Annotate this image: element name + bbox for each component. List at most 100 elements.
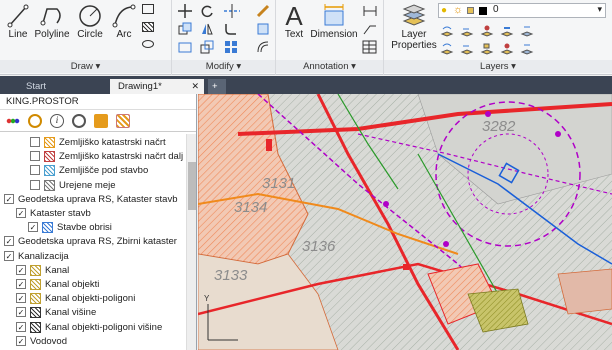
polyline-icon xyxy=(40,8,61,26)
tree-checkbox[interactable]: ✓ xyxy=(16,321,26,332)
magenta-node-1 xyxy=(383,201,389,207)
tree-checkbox[interactable] xyxy=(30,165,40,176)
layer-properties-button[interactable]: Layer Properties xyxy=(390,3,438,51)
move-icon[interactable] xyxy=(178,4,192,18)
draw-group-title[interactable]: Draw ▾ xyxy=(0,60,171,73)
explode-icon[interactable] xyxy=(256,22,270,36)
copy-icon[interactable] xyxy=(178,22,192,36)
layer-lock-icon[interactable] xyxy=(480,42,494,56)
close-icon[interactable]: ✕ xyxy=(191,79,199,94)
annotation-group: A Text Dimension Annotation ▾ xyxy=(276,0,384,75)
tree-checkbox[interactable]: ✓ xyxy=(16,279,26,289)
layer-tool-row-1 xyxy=(440,24,600,38)
dimension-button[interactable]: Dimension xyxy=(310,3,358,40)
dimension-label: Dimension xyxy=(310,29,358,40)
map-icon[interactable] xyxy=(116,114,130,128)
layer-walk-icon[interactable] xyxy=(520,24,534,38)
red-marker-2 xyxy=(403,264,409,270)
tree-checkbox[interactable]: ✓ xyxy=(16,307,26,318)
text-icon: A xyxy=(285,1,303,31)
linear-dim-icon[interactable] xyxy=(362,4,378,18)
layers-group: Layer Properties ● ☼ 0 ▾ Layers ▾ xyxy=(384,0,612,75)
circle-button[interactable]: Circle xyxy=(74,3,106,40)
layer-previous-icon[interactable] xyxy=(460,24,474,38)
tree-checkbox[interactable] xyxy=(30,137,40,147)
tree-checkbox[interactable]: ✓ xyxy=(16,264,26,275)
layers-dots-icon[interactable] xyxy=(6,114,20,128)
scrollbar-thumb[interactable] xyxy=(188,162,196,210)
scale-icon[interactable] xyxy=(200,40,214,54)
polyline-label: Polyline xyxy=(34,29,70,40)
layer-match-icon[interactable] xyxy=(440,24,454,38)
tree-checkbox[interactable]: ✓ xyxy=(4,236,14,247)
stretch-icon[interactable] xyxy=(178,40,192,54)
leader-icon[interactable] xyxy=(362,22,378,36)
magenta-node-2 xyxy=(555,131,561,137)
layer-style-icon xyxy=(30,307,41,319)
current-layer-value: 0 xyxy=(493,4,499,15)
offset-icon[interactable] xyxy=(256,40,270,54)
text-label: Text xyxy=(284,29,304,40)
annotation-group-title[interactable]: Annotation ▾ xyxy=(276,60,383,73)
modify-group-title[interactable]: Modify ▾ xyxy=(172,60,275,73)
tree-checkbox[interactable]: ✓ xyxy=(4,193,14,204)
fillet-icon[interactable] xyxy=(224,22,238,36)
tab-drawing-label: Drawing1* xyxy=(118,81,162,92)
tree-checkbox[interactable]: ✓ xyxy=(16,335,26,346)
svg-text:Y: Y xyxy=(204,294,210,303)
rectangle-icon[interactable] xyxy=(142,4,154,14)
tree-checkbox[interactable]: ✓ xyxy=(16,293,26,304)
tree-item-label: Kanal xyxy=(45,264,70,276)
tree-item-label: Kanal višine xyxy=(45,307,97,319)
tree-item-label: Zemljiško katastrski načrt xyxy=(59,137,166,148)
layer-merge-icon[interactable] xyxy=(520,42,534,56)
tree-item-label: Geodetska uprava RS, Kataster stavb xyxy=(18,193,178,205)
parcel-label-3136: 3136 xyxy=(302,238,336,255)
layer-freeze-icon[interactable] xyxy=(500,24,514,38)
hatch-icon[interactable] xyxy=(142,22,154,32)
tab-start[interactable]: Start xyxy=(18,79,108,94)
tree-checkbox[interactable]: ✓ xyxy=(4,250,14,261)
tree-item-label: Vodovod xyxy=(30,335,67,347)
table-icon[interactable] xyxy=(362,40,378,54)
arc-label: Arc xyxy=(116,29,132,40)
erase-icon[interactable] xyxy=(256,4,270,18)
tree-checkbox[interactable] xyxy=(30,151,40,162)
tag-icon[interactable] xyxy=(94,114,108,128)
line-label: Line xyxy=(8,29,28,40)
tree-item-label: Stavbe obrisi xyxy=(57,222,112,234)
layer-unlock-icon[interactable] xyxy=(500,42,514,56)
drawing-canvas[interactable]: 3134 3133 3136 3282 3131 Y xyxy=(198,94,612,350)
layer-dropdown[interactable]: ● ☼ 0 ▾ xyxy=(438,3,606,18)
layer-isolate-icon[interactable] xyxy=(480,24,494,38)
layer-style-icon xyxy=(30,293,41,305)
layer-off-icon[interactable] xyxy=(440,42,454,56)
map-drawing: 3134 3133 3136 3282 3131 Y xyxy=(198,94,612,350)
tab-add[interactable]: + xyxy=(208,79,226,94)
layers-group-title[interactable]: Layers ▾ xyxy=(384,60,612,73)
zoom-icon[interactable] xyxy=(28,114,42,128)
ellipse-icon[interactable] xyxy=(142,40,154,48)
text-button[interactable]: A Text xyxy=(280,3,308,40)
chevron-down-icon: ▾ xyxy=(597,4,602,14)
tree-checkbox[interactable]: ✓ xyxy=(16,208,26,218)
array-icon[interactable] xyxy=(224,40,238,54)
tree-item-label: Zemljiško katastrski načrt dalj xyxy=(59,151,184,163)
layer-style-icon xyxy=(42,222,53,234)
trim-icon[interactable] xyxy=(224,4,240,18)
arc-button[interactable]: Arc xyxy=(110,3,138,40)
tree-checkbox[interactable] xyxy=(30,179,40,190)
tree-scrollbar[interactable] xyxy=(186,134,196,350)
search-icon[interactable] xyxy=(72,114,86,128)
mirror-icon[interactable] xyxy=(200,22,214,36)
layer-tool-row-2 xyxy=(440,42,600,56)
polyline-button[interactable]: Polyline xyxy=(32,3,72,40)
line-button[interactable]: Line xyxy=(4,3,32,40)
rotate-icon[interactable] xyxy=(200,4,214,18)
lock-icon xyxy=(467,7,474,14)
tree-checkbox[interactable]: ✓ xyxy=(28,222,38,233)
info-icon[interactable]: i xyxy=(50,114,64,128)
layer-unisolate-icon[interactable] xyxy=(460,42,474,56)
document-tabs: Start Drawing1* ✕ + xyxy=(0,76,612,94)
tab-drawing[interactable]: Drawing1* ✕ xyxy=(110,79,204,94)
